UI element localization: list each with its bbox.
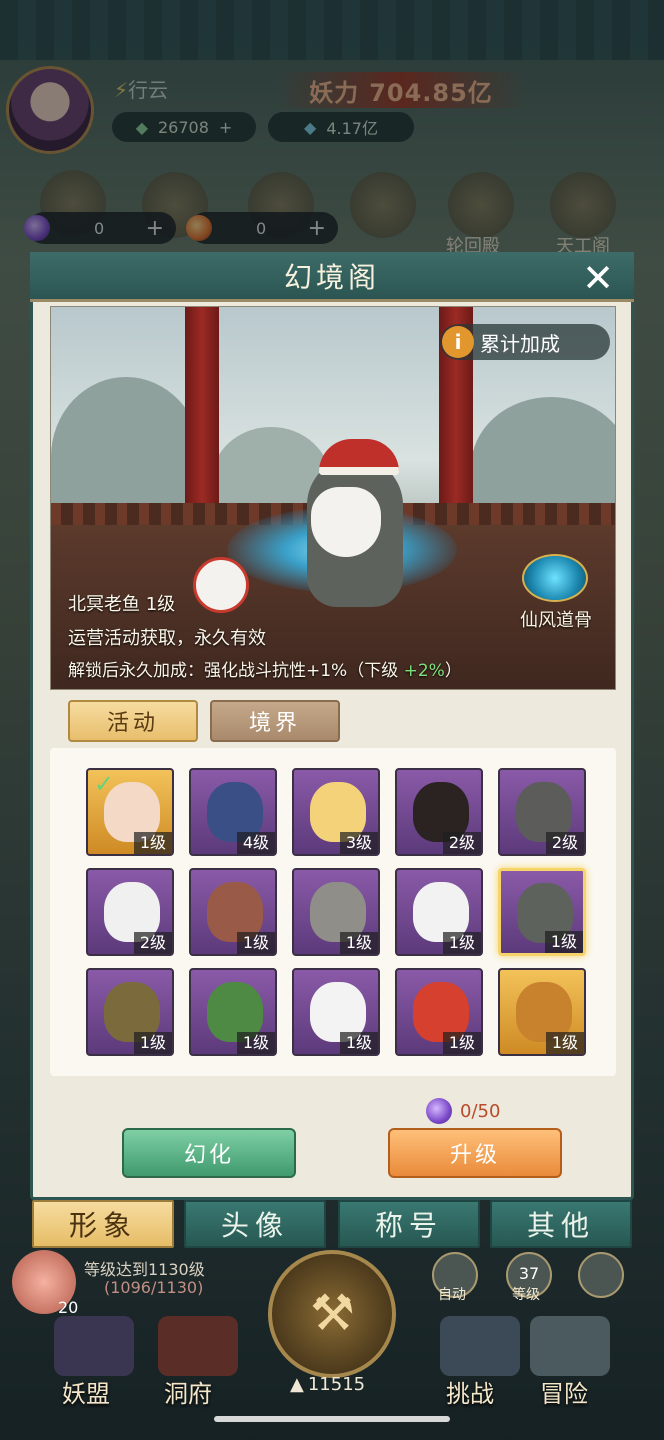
skin-level: 4级: [236, 832, 275, 854]
skin-card[interactable]: 3级: [292, 768, 380, 856]
skin-level: 1级: [133, 832, 172, 854]
upgrade-cost: 0/50: [426, 1096, 500, 1126]
skin-card[interactable]: 1级: [498, 868, 586, 956]
nav-adventure[interactable]: 冒险: [540, 1374, 588, 1409]
tab-title[interactable]: 称号: [338, 1200, 480, 1248]
fan-prop: [193, 557, 249, 613]
cumulative-bonus-label: 累计加成: [480, 331, 560, 356]
checkmark-icon: ✓: [94, 770, 115, 798]
skin-level: 2级: [545, 832, 584, 854]
cave-icon[interactable]: [158, 1316, 238, 1376]
skin-card[interactable]: 1级: [189, 968, 277, 1056]
close-icon[interactable]: ✕: [576, 258, 620, 298]
alliance-icon[interactable]: [54, 1316, 134, 1376]
tab-appearance[interactable]: 形象: [32, 1200, 174, 1248]
skin-level: 2级: [133, 932, 172, 954]
skin-card[interactable]: 1级: [395, 968, 483, 1056]
beiming-old-fish-character: [297, 427, 415, 617]
skin-card[interactable]: 1级: [292, 968, 380, 1056]
center-count: ▲ 11515: [290, 1374, 366, 1395]
skin-level: 1级: [236, 932, 275, 954]
panel-title: 幻境阁: [283, 260, 380, 294]
skin-card[interactable]: 1级: [86, 968, 174, 1056]
upgrade-button[interactable]: 升级: [388, 1128, 562, 1178]
immortal-badge[interactable]: 仙风道骨: [504, 554, 608, 634]
bonus-description: 解锁后永久加成：强化战斗抗性+1%（下级 +2%）: [68, 661, 462, 681]
fan-emblem-icon: [522, 554, 588, 602]
obtain-method: 运营活动获取，永久有效: [68, 628, 266, 649]
home-indicator[interactable]: [214, 1416, 450, 1422]
tab-avatar[interactable]: 头像: [184, 1200, 326, 1248]
skin-card[interactable]: 2级: [395, 768, 483, 856]
skin-level: 1级: [545, 1032, 584, 1054]
challenge-icon[interactable]: [440, 1316, 520, 1376]
level-progress: (1096/1130): [104, 1278, 204, 1297]
skin-level: 1级: [339, 932, 378, 954]
character-name: 北冥老鱼 1级: [68, 594, 176, 615]
nav-challenge[interactable]: 挑战: [446, 1374, 494, 1409]
skin-level: 1级: [442, 1032, 481, 1054]
level-badge-label: 等级: [512, 1287, 540, 1303]
red-pillar-left: [185, 307, 219, 517]
panel-header: 幻境阁: [30, 252, 634, 302]
skin-card[interactable]: 1级: [395, 868, 483, 956]
adventure-icon[interactable]: [530, 1316, 610, 1376]
tab-other[interactable]: 其他: [490, 1200, 632, 1248]
nav-alliance[interactable]: 妖盟: [62, 1374, 110, 1409]
auto-label: 自动: [438, 1287, 466, 1303]
tab-realm[interactable]: 境界: [210, 700, 340, 742]
skin-level: 1级: [236, 1032, 275, 1054]
skin-level: 1级: [133, 1032, 172, 1054]
skin-card[interactable]: 4级: [189, 768, 277, 856]
skin-level: 1级: [544, 931, 583, 953]
peach-count: 20: [58, 1298, 79, 1317]
skin-level: 2级: [442, 832, 481, 854]
skin-card[interactable]: 1级: [189, 868, 277, 956]
info-icon: i: [442, 326, 474, 358]
friend-cat-icon[interactable]: [578, 1252, 624, 1298]
skin-card[interactable]: 1级: [292, 868, 380, 956]
skin-card[interactable]: ✓ 1级: [86, 768, 174, 856]
skin-card[interactable]: 2级: [86, 868, 174, 956]
skin-level: 1级: [339, 1032, 378, 1054]
badge-label: 仙风道骨: [520, 610, 592, 631]
skin-card[interactable]: 2级: [498, 768, 586, 856]
axe-icon: ⚒: [310, 1284, 355, 1342]
level-goal: 等级达到1130级: [84, 1260, 205, 1279]
skin-level: 1级: [442, 932, 481, 954]
tab-activity[interactable]: 活动: [68, 700, 198, 742]
skin-level: 3级: [339, 832, 378, 854]
cumulative-bonus-button[interactable]: i 累计加成: [440, 324, 610, 360]
drop-icon: ▲: [290, 1374, 304, 1395]
axe-attack-button[interactable]: ⚒: [268, 1250, 396, 1378]
transform-button[interactable]: 幻化: [122, 1128, 296, 1178]
nav-cave[interactable]: 洞府: [164, 1374, 212, 1409]
purple-orb-icon: [426, 1098, 452, 1124]
skin-card[interactable]: 1级: [498, 968, 586, 1056]
